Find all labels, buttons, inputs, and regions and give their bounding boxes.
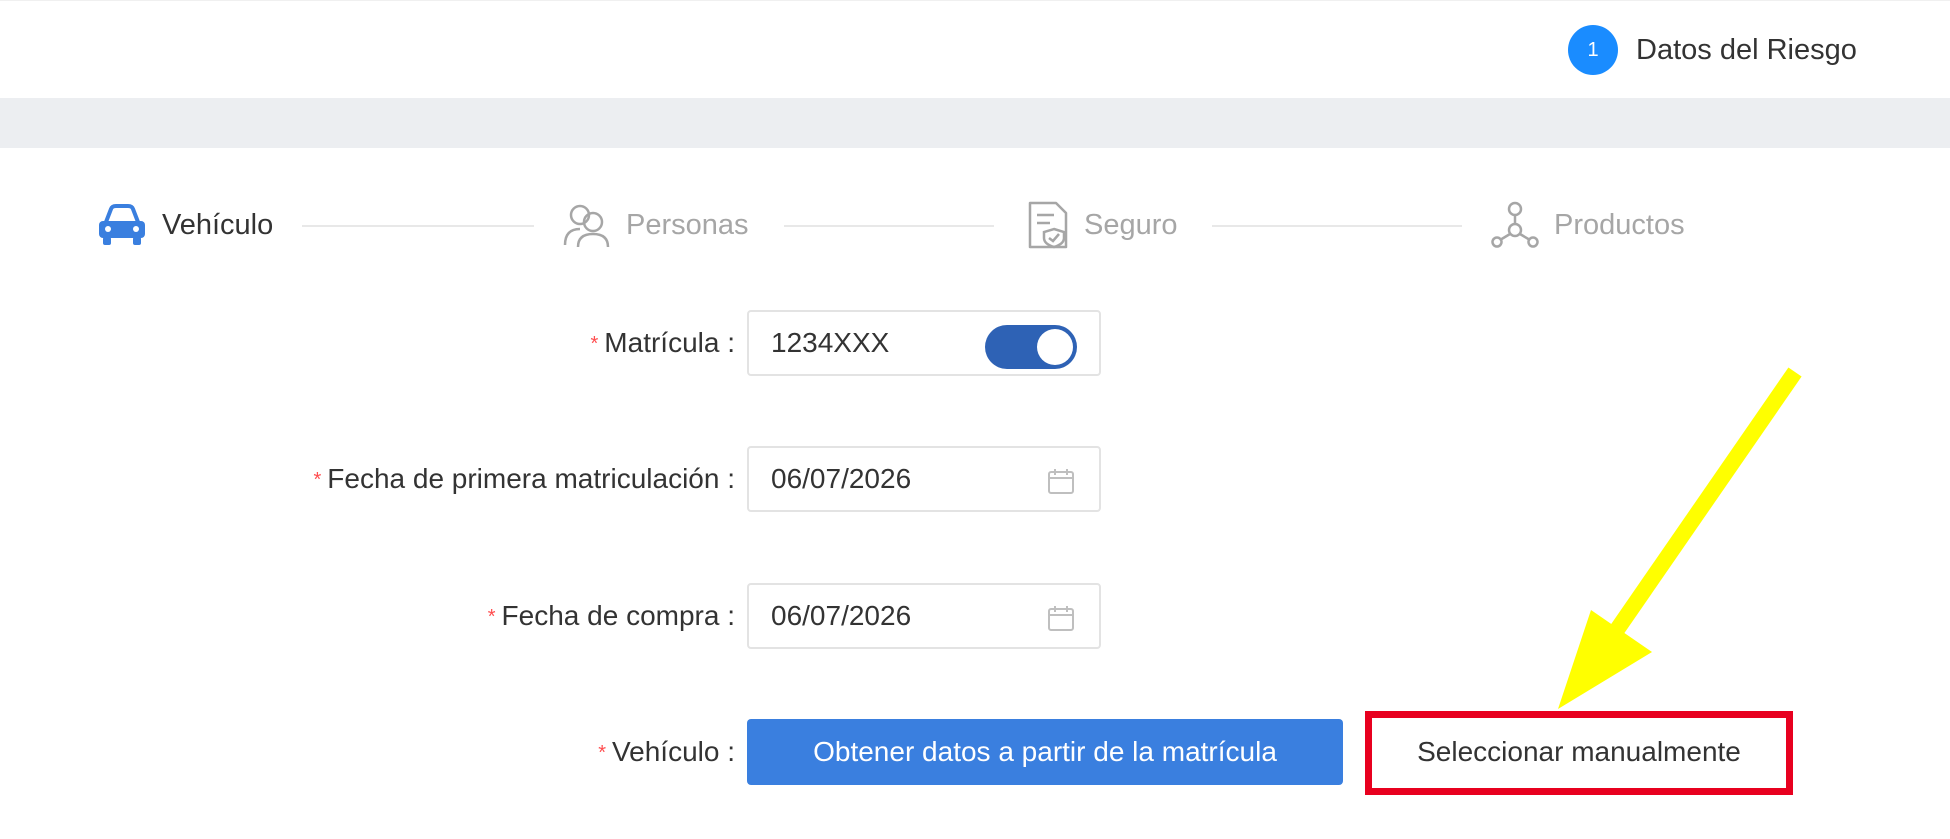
plate-label: * Matrícula : (591, 327, 736, 359)
step-connector (302, 225, 534, 227)
car-icon (99, 204, 145, 245)
step-connector (1212, 225, 1462, 227)
required-asterisk: * (590, 333, 599, 356)
step-label-productos: Productos (1554, 208, 1685, 241)
step-productos[interactable]: Productos (1490, 190, 1685, 260)
top-header: 1 Datos del Riesgo (0, 0, 1950, 99)
page: 1 Datos del Riesgo Vehículo Personas Seg… (0, 0, 1950, 839)
purchase-date-input[interactable] (771, 585, 1001, 647)
network-icon (1491, 201, 1539, 248)
form-row-first-registration: * Fecha de primera matriculación : (0, 446, 1950, 512)
form-row-plate: * Matrícula : (0, 310, 1950, 376)
vehicle-label: * Vehículo : (598, 736, 735, 768)
vehicle-label-text: Vehículo : (612, 736, 735, 767)
plate-toggle[interactable] (985, 325, 1077, 369)
purchase-date-input-box (747, 583, 1101, 649)
first-registration-input-box (747, 446, 1101, 512)
required-asterisk: * (313, 469, 322, 492)
plate-input[interactable] (771, 312, 1001, 374)
header-step: 1 Datos del Riesgo (1568, 25, 1857, 75)
purchase-date-label-text: Fecha de compra : (501, 600, 735, 631)
first-registration-label: * Fecha de primera matriculación : (313, 463, 735, 495)
required-asterisk: * (487, 606, 496, 629)
insurance-document-icon (1028, 201, 1068, 249)
required-asterisk: * (598, 742, 607, 765)
people-icon (563, 204, 610, 248)
step-label-personas: Personas (626, 208, 749, 241)
step-connector (784, 225, 994, 227)
plate-input-box (747, 310, 1101, 376)
form-row-vehicle: * Vehículo : Obtener datos a partir de la… (0, 713, 1950, 791)
header-step-label: Datos del Riesgo (1636, 33, 1857, 66)
calendar-icon[interactable] (1047, 467, 1075, 495)
header-separator-band (0, 98, 1950, 148)
select-manually-button[interactable]: Seleccionar manualmente (1368, 713, 1790, 791)
first-registration-date-input[interactable] (771, 448, 1001, 510)
first-registration-label-text: Fecha de primera matriculación : (327, 463, 735, 494)
form-row-purchase-date: * Fecha de compra : (0, 583, 1950, 649)
get-data-from-plate-button[interactable]: Obtener datos a partir de la matrícula (747, 719, 1343, 785)
purchase-date-label: * Fecha de compra : (488, 600, 735, 632)
step-seguro[interactable]: Seguro (1026, 190, 1178, 260)
plate-label-text: Matrícula : (604, 327, 735, 358)
calendar-icon[interactable] (1047, 604, 1075, 632)
step-label-seguro: Seguro (1084, 208, 1178, 241)
step-vehiculo[interactable]: Vehículo (96, 190, 273, 260)
step-navigation: Vehículo Personas Seguro Productos (0, 190, 1950, 260)
toggle-knob (1037, 329, 1073, 365)
step-personas[interactable]: Personas (562, 190, 749, 260)
step-label-vehiculo: Vehículo (162, 208, 274, 241)
header-step-number: 1 (1568, 25, 1618, 75)
